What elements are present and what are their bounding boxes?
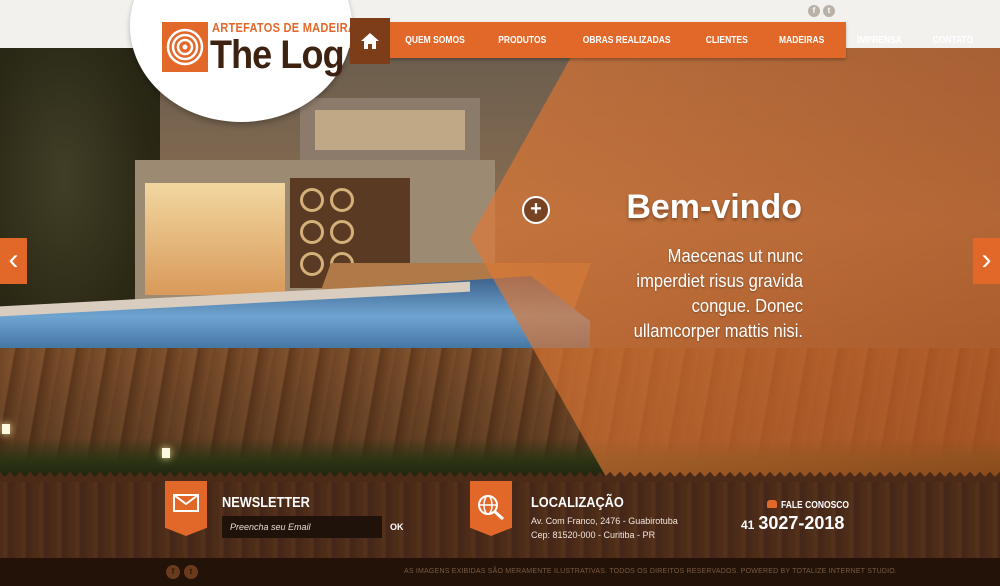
phone-icon <box>767 500 777 508</box>
home-icon <box>361 33 379 49</box>
copyright-text: AS IMAGENS EXIBIDAS SÃO MERAMENTE ILUSTR… <box>404 568 898 575</box>
newsletter-ok-button[interactable]: OK <box>390 522 404 532</box>
nav-home-button[interactable] <box>350 18 390 64</box>
hero-text: Maecenas ut nunc imperdiet risus gravida… <box>633 246 803 341</box>
garden-lamp <box>162 448 170 458</box>
nav-item-contato[interactable]: CONTATO <box>923 35 984 46</box>
newsletter-heading: NEWSLETTER <box>222 494 310 511</box>
header-social-links: f t <box>808 5 835 17</box>
footer-facebook-icon[interactable]: f <box>166 565 180 579</box>
hero-slider: + Bem-vindo Maecenas ut nunc imperdiet r… <box>0 48 1000 480</box>
nav-item-madeiras[interactable]: MADEIRAS <box>769 35 835 46</box>
nav-item-imprensa[interactable]: IMPRENSA <box>846 35 911 46</box>
phone-number: 3027-2018 <box>758 513 845 533</box>
slider-prev-button[interactable]: ‹ <box>0 238 27 284</box>
nav-item-clientes[interactable]: CLIENTES <box>695 35 757 46</box>
slider-next-button[interactable]: › <box>973 238 1000 284</box>
plus-button[interactable]: + <box>522 196 550 224</box>
address-line-2: Cep: 81520-000 - Curitiba - PR <box>531 530 656 540</box>
footer-twitter-icon[interactable]: t <box>184 565 198 579</box>
logo-title[interactable]: The Log <box>210 33 345 78</box>
house-lit-window <box>145 183 285 295</box>
envelope-icon <box>173 494 199 512</box>
nav-item-obras-realizadas[interactable]: OBRAS REALIZADAS <box>572 35 680 46</box>
bottom-bar: f t AS IMAGENS EXIBIDAS SÃO MERAMENTE IL… <box>0 558 1000 586</box>
twitter-icon[interactable]: t <box>823 5 835 17</box>
location-heading: LOCALIZAÇÃO <box>531 494 624 511</box>
garden-lamp <box>2 424 10 434</box>
house-upper-window <box>315 110 465 150</box>
nav-item-quem-somos[interactable]: QUEM SOMOS <box>395 35 475 46</box>
logo-icon[interactable] <box>162 22 208 72</box>
hero-title: Bem-vindo <box>626 188 802 226</box>
nav-items: QUEM SOMOS PRODUTOS OBRAS REALIZADAS CLI… <box>388 22 989 58</box>
phone-area-code: 41 <box>741 518 755 532</box>
nav-item-produtos[interactable]: PRODUTOS <box>488 35 556 46</box>
footer-saw-edge <box>0 472 1000 482</box>
globe-search-icon <box>478 495 504 520</box>
facebook-icon[interactable]: f <box>808 5 820 17</box>
newsletter-ribbon <box>165 481 207 536</box>
contact-label: FALE CONOSCO <box>781 500 850 511</box>
location-ribbon <box>470 481 512 536</box>
newsletter-email-input[interactable] <box>222 516 382 538</box>
address-line-1: Av. Com Franco, 2476 - Guabirotuba <box>531 516 678 526</box>
contact-phone: 41 3027-2018 <box>741 513 844 534</box>
